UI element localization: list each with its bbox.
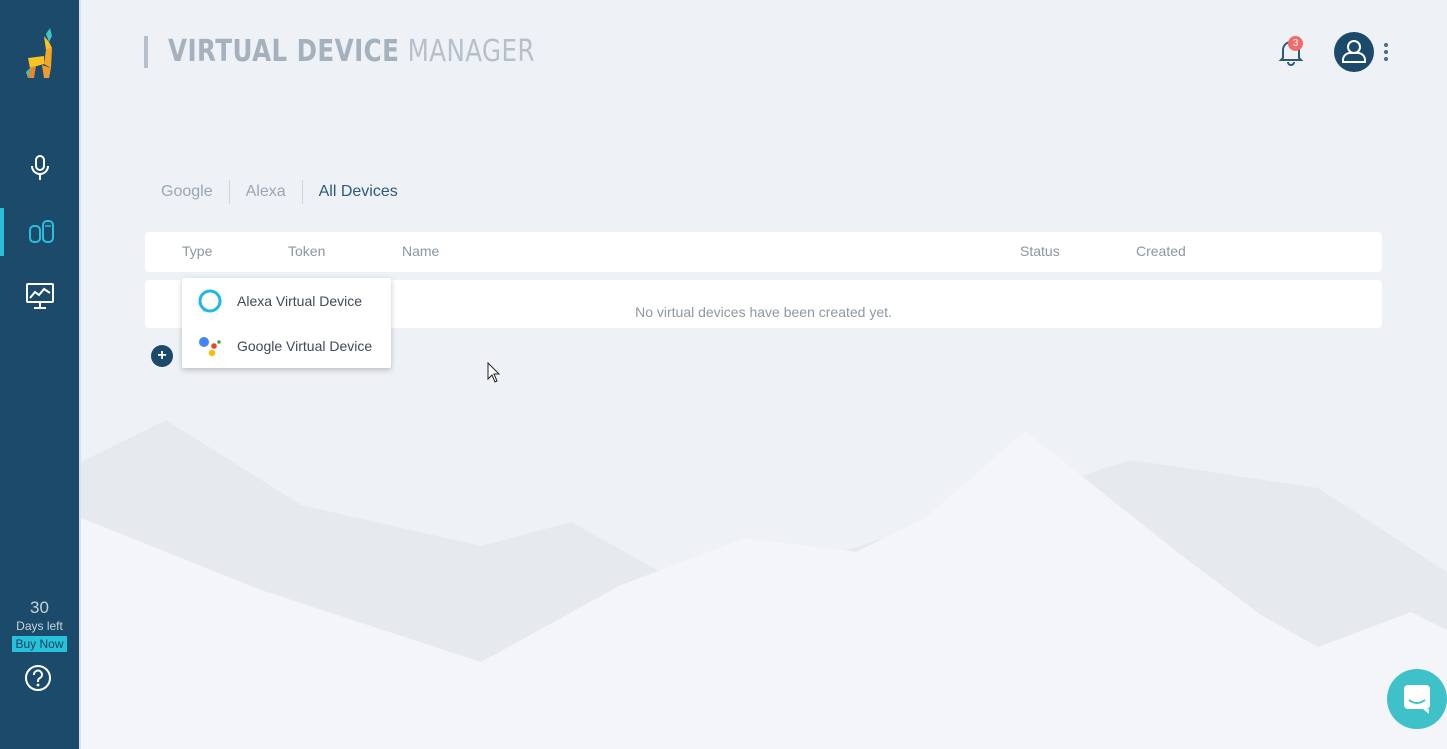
tab-alexa[interactable]: Alexa [228, 180, 302, 204]
dropdown-item-alexa[interactable]: Alexa Virtual Device [182, 278, 391, 323]
title-accent-bar [144, 36, 148, 68]
add-device-button[interactable]: + [151, 345, 173, 367]
dropdown-item-alexa-label: Alexa Virtual Device [237, 292, 363, 309]
user-icon [1342, 40, 1366, 63]
sidebar-divider [79, 0, 81, 749]
devices-icon [28, 220, 54, 243]
sidebar-item-monitoring[interactable] [0, 272, 79, 320]
table-header: Type Token Name Status Created [145, 232, 1382, 272]
avatar[interactable] [1334, 32, 1374, 72]
google-assistant-icon [197, 333, 223, 359]
more-options-icon[interactable] [1380, 41, 1392, 63]
alexa-icon [197, 288, 223, 314]
question-circle-icon[interactable] [24, 664, 52, 692]
sidebar-item-voice[interactable] [0, 144, 79, 192]
tab-all-devices[interactable]: All Devices [301, 180, 414, 204]
device-tabs: Google Alexa All Devices [145, 180, 414, 204]
column-header-status[interactable]: Status [1020, 243, 1060, 259]
llama-logo-icon [26, 28, 52, 78]
column-header-name[interactable]: Name [402, 243, 439, 259]
chart-monitor-icon [25, 283, 54, 309]
notification-badge: 3 [1288, 36, 1303, 51]
trial-info: 30 Days left Buy Now [0, 598, 79, 653]
page-title-light: MANAGER [407, 34, 535, 69]
plus-icon: + [157, 347, 167, 364]
sidebar-item-virtual-devices[interactable] [0, 208, 79, 256]
trial-days: 30 [30, 598, 49, 617]
column-header-token[interactable]: Token [288, 243, 325, 259]
column-header-created[interactable]: Created [1136, 243, 1186, 259]
trial-days-label: Days left [16, 619, 63, 633]
dropdown-item-google-label: Google Virtual Device [237, 337, 373, 354]
chat-icon [1404, 685, 1430, 714]
page-title-bold: VIRTUAL DEVICE [168, 34, 400, 69]
microphone-icon [30, 155, 49, 180]
chat-widget-button[interactable] [1387, 669, 1447, 729]
mouse-cursor-icon [487, 362, 501, 383]
add-device-dropdown: Alexa Virtual Device Google Virtual Devi… [182, 278, 391, 368]
sidebar: 30 Days left Buy Now [0, 0, 79, 749]
page-title: VIRTUAL DEVICE MANAGER [168, 34, 535, 69]
tab-google[interactable]: Google [145, 180, 229, 204]
buy-now-button[interactable]: Buy Now [12, 636, 67, 652]
background-mountains [81, 420, 1447, 749]
column-header-type[interactable]: Type [182, 243, 212, 259]
dropdown-item-google[interactable]: Google Virtual Device [182, 323, 391, 368]
